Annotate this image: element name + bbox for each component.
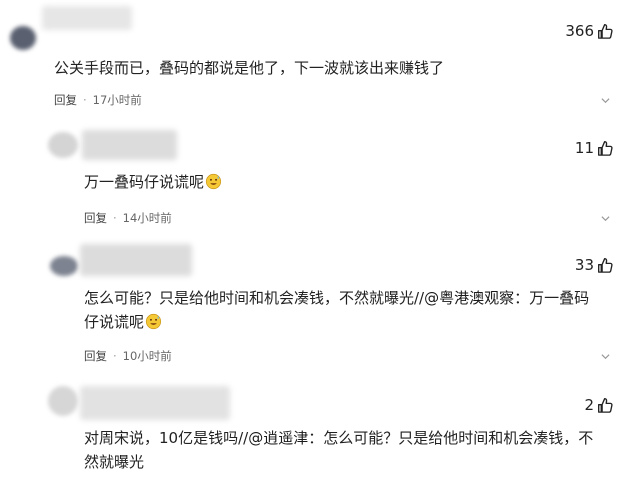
comment-item: 2 对周宋说，10亿是钱吗//@逍遥津：怎么可能？只是给他时间和机会凑钱，不然就… bbox=[0, 378, 640, 480]
username-blurred bbox=[80, 244, 192, 276]
comment-item: 366 公关手段而已，叠码的都说是他了，下一波就该出来赚钱了 回复 · 17小时… bbox=[0, 0, 640, 118]
like-button[interactable]: 2 bbox=[584, 396, 614, 414]
avatar[interactable] bbox=[48, 386, 78, 416]
chevron-down-icon[interactable] bbox=[601, 214, 610, 223]
comment-meta: 回复 · 10小时前 bbox=[84, 348, 172, 364]
separator-dot: · bbox=[83, 93, 87, 107]
comment-time: 17小时前 bbox=[92, 93, 142, 107]
reply-button[interactable]: 回复 bbox=[84, 348, 107, 364]
thumbs-up-icon bbox=[597, 23, 614, 40]
like-count: 366 bbox=[565, 22, 594, 40]
comment-text: 公关手段而已，叠码的都说是他了，下一波就该出来赚钱了 bbox=[54, 59, 445, 77]
like-count: 11 bbox=[574, 139, 594, 157]
like-button[interactable]: 11 bbox=[575, 139, 614, 157]
comment-text-content: 对周宋说，10亿是钱吗// bbox=[84, 429, 249, 447]
user-mention-link[interactable]: @粤港澳观察 bbox=[424, 289, 514, 307]
thumbs-up-icon bbox=[597, 140, 614, 157]
chevron-down-icon[interactable] bbox=[601, 96, 610, 105]
like-count: 2 bbox=[584, 396, 594, 414]
thumbs-up-icon bbox=[597, 257, 614, 274]
thumbs-up-icon bbox=[597, 397, 614, 414]
avatar[interactable] bbox=[50, 256, 78, 276]
comment-text: 万一叠码仔说谎呢 bbox=[84, 170, 600, 194]
like-button[interactable]: 33 bbox=[575, 256, 614, 274]
sweat-smile-emoji-icon bbox=[205, 173, 222, 190]
like-count: 33 bbox=[574, 256, 594, 274]
chevron-down-icon[interactable] bbox=[601, 352, 610, 361]
username-blurred bbox=[80, 386, 230, 420]
comment-item: 11 万一叠码仔说谎呢 回复 · 14小时前 bbox=[0, 118, 640, 230]
like-button[interactable]: 366 bbox=[565, 22, 614, 40]
comment-text-content: 万一叠码仔说谎呢 bbox=[84, 173, 205, 191]
user-mention-link[interactable]: @逍遥津 bbox=[248, 429, 308, 447]
avatar[interactable] bbox=[10, 26, 36, 50]
comment-text-content: 怎么可能？只是给他时间和机会凑钱，不然就曝光// bbox=[84, 289, 425, 307]
reply-button[interactable]: 回复 bbox=[54, 92, 77, 108]
avatar[interactable] bbox=[48, 132, 78, 158]
comment-meta: 回复 · 14小时前 bbox=[84, 210, 172, 226]
comment-text: 对周宋说，10亿是钱吗//@逍遥津：怎么可能？只是给他时间和机会凑钱，不然就曝光 bbox=[84, 426, 600, 474]
username-blurred bbox=[82, 130, 177, 160]
comment-item: 33 怎么可能？只是给他时间和机会凑钱，不然就曝光//@粤港澳观察：万一叠码仔说… bbox=[0, 230, 640, 378]
reply-button[interactable]: 回复 bbox=[84, 210, 107, 226]
comment-time: 10小时前 bbox=[122, 349, 172, 363]
separator-dot: · bbox=[113, 211, 117, 225]
comment-meta: 回复 · 17小时前 bbox=[54, 92, 142, 108]
username-blurred bbox=[42, 6, 132, 30]
comment-text: 怎么可能？只是给他时间和机会凑钱，不然就曝光//@粤港澳观察：万一叠码仔说谎呢 bbox=[84, 286, 600, 334]
separator-dot: · bbox=[113, 349, 117, 363]
comment-time: 14小时前 bbox=[122, 211, 172, 225]
sweat-smile-emoji-icon bbox=[145, 313, 162, 330]
